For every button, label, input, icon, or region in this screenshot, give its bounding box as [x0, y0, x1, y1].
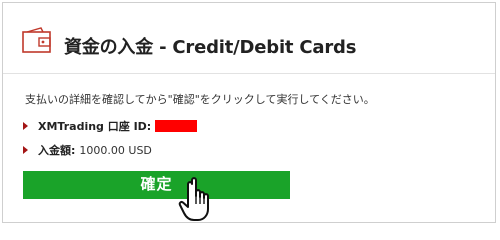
wallet-icon — [22, 27, 51, 53]
account-id-row: XMTrading 口座 ID: — [23, 118, 198, 134]
account-id-redacted — [155, 120, 198, 132]
hand-pointer-icon — [178, 177, 209, 221]
confirm-button-label: 確定 — [140, 176, 173, 193]
panel-header: 資金の入金 - Credit/Debit Cards — [3, 3, 495, 74]
page-title: 資金の入金 - Credit/Debit Cards — [64, 37, 357, 58]
bullet-arrow-icon — [23, 146, 28, 154]
confirm-button[interactable]: 確定 — [23, 171, 290, 199]
deposit-amount-value: 1000.00 USD — [79, 143, 152, 157]
bullet-arrow-icon — [23, 122, 28, 130]
deposit-amount-row: 入金額: 1000.00 USD — [23, 142, 152, 158]
account-id-label: XMTrading 口座 ID: — [38, 120, 152, 133]
instruction-text: 支払いの詳細を確認してから"確認"をクリックして実行してください。 — [25, 93, 375, 106]
deposit-amount-label: 入金額: — [38, 144, 76, 157]
